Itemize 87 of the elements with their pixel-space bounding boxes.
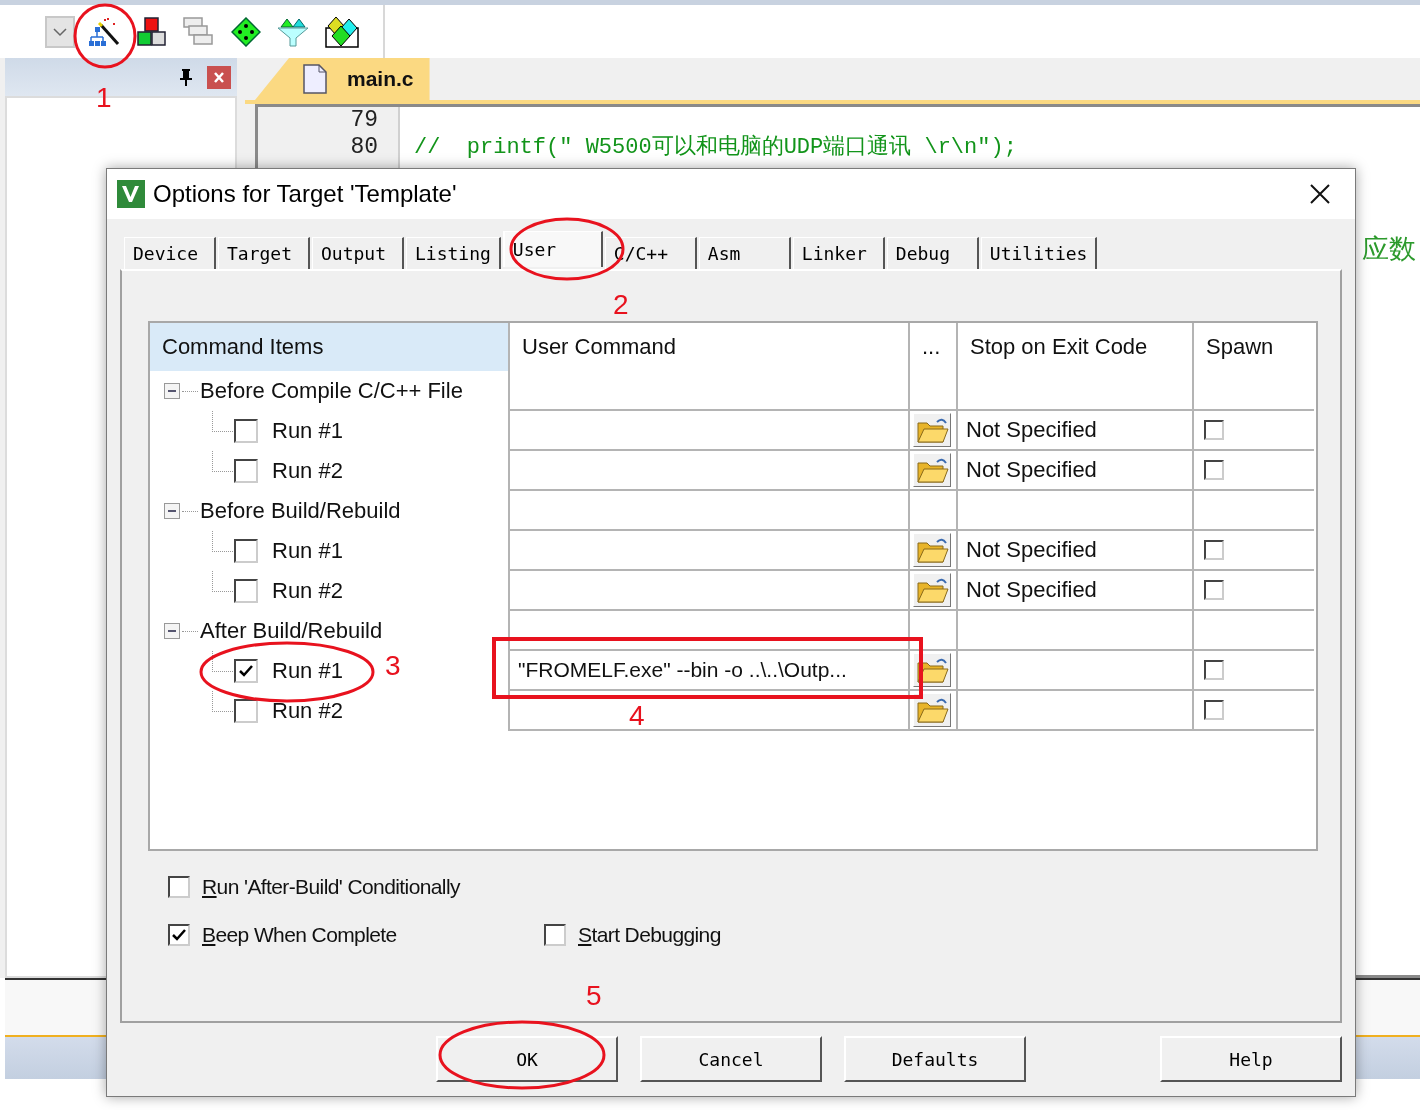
line-number: 80 (349, 134, 379, 161)
checkbox[interactable] (234, 699, 258, 723)
dialog-title: Options for Target 'Template' (153, 180, 458, 208)
checkbox[interactable] (1204, 420, 1224, 440)
browse-button[interactable] (913, 413, 951, 447)
tab[interactable]: Listing (406, 237, 501, 269)
tab[interactable]: Target (218, 237, 310, 269)
checkbox[interactable] (1204, 700, 1224, 720)
diamonds-icon[interactable] (325, 15, 359, 48)
column-header: Command Items (150, 323, 510, 371)
app-icon (117, 180, 145, 208)
tree-item-label[interactable]: Run #2 (272, 578, 343, 604)
browse-button[interactable] (913, 693, 951, 727)
table-cell: Not Specified (958, 411, 1194, 451)
funnel-icon[interactable] (277, 16, 309, 47)
checkbox-label[interactable]: Run 'After-Build' Conditionally (202, 875, 460, 899)
close-icon[interactable] (1309, 183, 1331, 205)
pin-icon[interactable] (179, 68, 193, 86)
checkbox[interactable] (234, 459, 258, 483)
annotation-number: 1 (96, 84, 112, 112)
annotation-number: 2 (613, 291, 629, 319)
checkbox[interactable] (234, 539, 258, 563)
windows-icon[interactable] (183, 16, 215, 47)
document-icon (303, 64, 327, 94)
browse-button[interactable] (913, 453, 951, 487)
tree-group-label[interactable]: Before Compile C/C++ File (200, 378, 463, 404)
checkbox[interactable] (234, 579, 258, 603)
table-cell[interactable] (510, 571, 910, 611)
column-header: Stop on Exit Code (958, 323, 1194, 371)
browse-button[interactable] (913, 533, 951, 567)
checkbox[interactable] (234, 419, 258, 443)
diamond-icon[interactable] (231, 16, 261, 47)
collapse-icon[interactable] (164, 623, 180, 639)
tab[interactable]: User (502, 231, 603, 267)
code-text: 应数 (1362, 234, 1416, 264)
annotation-number: 3 (385, 652, 401, 680)
tree-group-label[interactable]: Before Build/Rebuild (200, 498, 401, 524)
table-cell[interactable] (510, 691, 910, 731)
tree-item-label[interactable]: Run #2 (272, 698, 343, 724)
column-header: Spawn (1205, 333, 1275, 361)
table-cell[interactable]: "FROMELF.exe" --bin -o ..\..\Outp... (510, 651, 910, 691)
dialog-button[interactable]: Help (1160, 1036, 1342, 1082)
dialog-button[interactable]: Defaults (844, 1036, 1026, 1082)
browse-button[interactable] (913, 573, 951, 607)
checkmark-icon (171, 927, 187, 943)
tree-item-label[interactable]: Run #1 (272, 538, 343, 564)
checkbox[interactable] (1204, 460, 1224, 480)
table-cell: Not Specified (958, 571, 1194, 611)
code-comment: // printf(" W5500可以和电脑的UDP端口通讯 \r\n"); (414, 135, 1017, 160)
annotation-number: 4 (629, 702, 645, 730)
checkbox-label[interactable]: Start Debugging (578, 923, 721, 947)
checkbox[interactable] (168, 924, 190, 946)
tab[interactable]: Utilities (980, 237, 1098, 269)
table-cell: Not Specified (958, 451, 1194, 491)
tab[interactable]: Linker (792, 237, 885, 269)
collapse-icon[interactable] (164, 383, 180, 399)
tree-item-label[interactable]: Run #1 (272, 418, 343, 444)
tree-item-label[interactable]: Run #2 (272, 458, 343, 484)
line-number: 79 (349, 107, 379, 134)
tree-group-label[interactable]: After Build/Rebuild (200, 618, 383, 644)
checkbox-label[interactable]: Beep When Complete (202, 923, 397, 947)
collapse-icon[interactable] (164, 503, 180, 519)
tab[interactable]: Asm (698, 237, 791, 269)
checkbox[interactable] (168, 876, 190, 898)
checkbox[interactable] (1204, 660, 1224, 680)
column-header: User Command (510, 323, 910, 371)
table-cell[interactable] (510, 531, 910, 571)
table-cell[interactable] (510, 451, 910, 491)
column-header: ... (910, 323, 958, 371)
dropdown-button[interactable] (45, 15, 75, 48)
tree-item-label[interactable]: Run #1 (272, 658, 343, 684)
chevron-down-icon (52, 26, 68, 37)
checkbox[interactable] (1204, 580, 1224, 600)
tab[interactable]: Device (124, 237, 216, 269)
tab[interactable]: Output (312, 237, 404, 269)
tab[interactable]: Debug (886, 237, 979, 269)
blocks-icon[interactable] (137, 16, 167, 47)
annotation-circle (73, 3, 137, 69)
checkbox[interactable] (234, 659, 258, 683)
checkbox[interactable] (544, 924, 566, 946)
file-tab[interactable]: main.c (255, 58, 430, 100)
dialog-button[interactable]: OK (436, 1036, 618, 1082)
dialog-button[interactable]: Cancel (640, 1036, 822, 1082)
checkbox[interactable] (1204, 540, 1224, 560)
table-cell[interactable] (510, 411, 910, 451)
table-cell: Not Specified (958, 531, 1194, 571)
annotation-number: 5 (586, 982, 602, 1010)
